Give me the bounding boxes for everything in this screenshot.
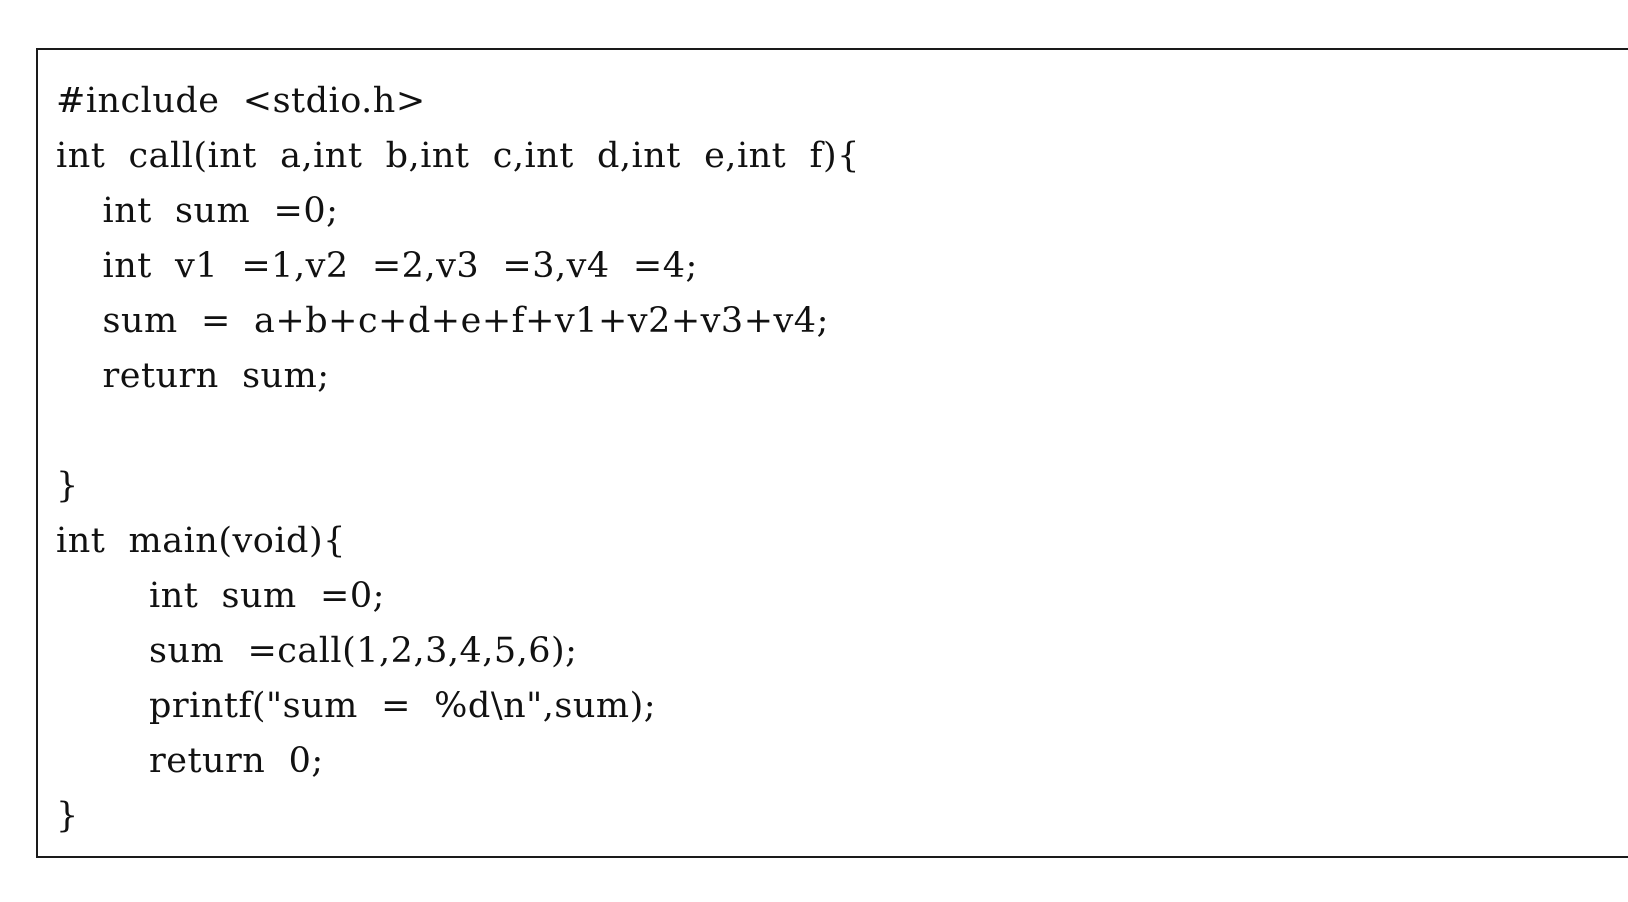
code-line-call-sum-decl: int sum =0; xyxy=(56,191,339,231)
code-line-main-close-brace: } xyxy=(56,796,79,836)
code-line-call-sum-assign: sum = a+b+c+d+e+f+v1+v2+v3+v4; xyxy=(56,301,829,341)
code-line-call-vars-decl: int v1 =1,v2 =2,v3 =3,v4 =4; xyxy=(56,246,698,286)
code-line-main-call: sum =call(1,2,3,4,5,6); xyxy=(56,631,578,671)
code-listing-box: #include <stdio.h> int call(int a,int b,… xyxy=(36,48,1628,858)
code-line-main-printf: printf("sum = %d\n",sum); xyxy=(56,686,657,726)
code-line-call-close-brace: } xyxy=(56,466,79,506)
code-line-call-return: return sum; xyxy=(56,356,330,396)
code-line-main-signature: int main(void){ xyxy=(56,521,346,561)
code-line-call-signature: int call(int a,int b,int c,int d,int e,i… xyxy=(56,136,860,176)
code-listing: #include <stdio.h> int call(int a,int b,… xyxy=(56,74,860,844)
code-line-include: #include <stdio.h> xyxy=(56,81,426,121)
code-line-blank xyxy=(56,404,860,459)
code-line-main-return: return 0; xyxy=(56,741,324,781)
code-line-main-sum-decl: int sum =0; xyxy=(56,576,385,616)
